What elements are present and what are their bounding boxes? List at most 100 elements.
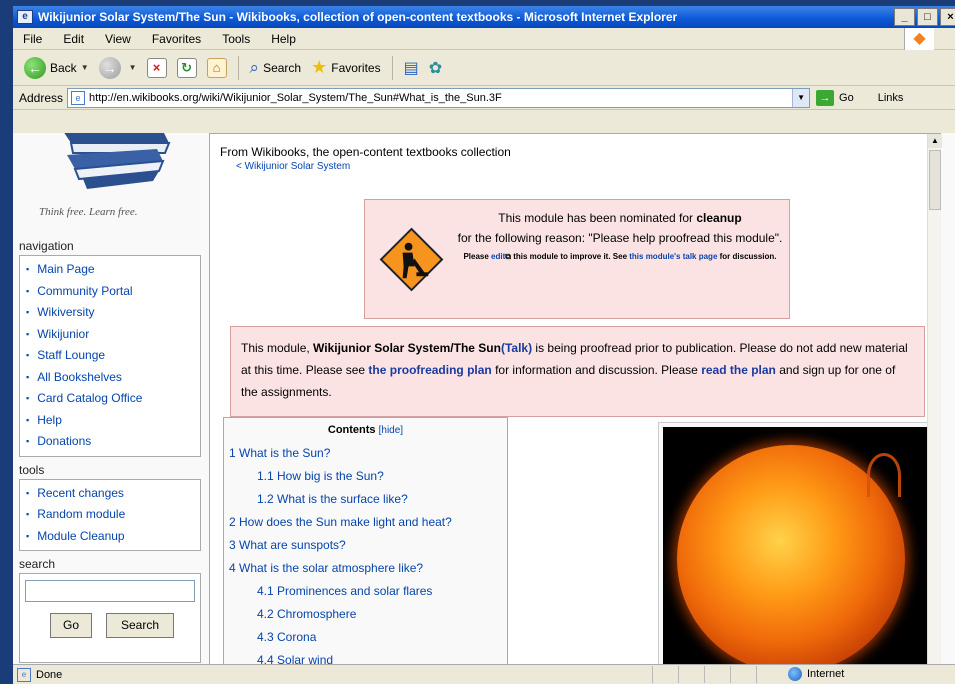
- toc-item[interactable]: 1.1 How big is the Sun?: [229, 465, 507, 488]
- menu-help[interactable]: Help: [271, 32, 296, 46]
- toc-title: Contents [hide]: [224, 424, 507, 436]
- nav-item-community-portal[interactable]: Community Portal: [26, 281, 196, 303]
- toc-item[interactable]: 1.2 What is the surface like?: [229, 488, 507, 511]
- search-icon: ⌕: [249, 57, 260, 77]
- status-text: Done: [36, 668, 63, 681]
- address-input[interactable]: e http://en.wikibooks.org/wiki/Wikijunio…: [67, 87, 811, 108]
- search-input[interactable]: [25, 580, 195, 602]
- address-label: Address: [19, 90, 64, 105]
- refresh-button[interactable]: ↻: [174, 54, 200, 82]
- toc-item[interactable]: 2 How does the Sun make light and heat?: [229, 511, 507, 534]
- toc-heading: Contents: [327, 424, 376, 436]
- toc-list: 1 What is the Sun? 1.1 How big is the Su…: [224, 442, 507, 664]
- logo[interactable]: Think free. Learn free.: [13, 133, 209, 235]
- chevron-down-icon: ▼: [128, 63, 137, 72]
- cleanup-notice: This module has been nominated for clean…: [364, 199, 790, 319]
- search-panel: Go Search: [19, 573, 201, 663]
- proof-text-1: This module,: [241, 341, 314, 355]
- parent-link[interactable]: < Wikijunior Solar System: [236, 161, 350, 172]
- star-icon: ★: [311, 57, 328, 77]
- cleanup-text: This module has been nominated for clean…: [455, 208, 785, 264]
- toolbar-separator: [237, 55, 239, 80]
- status-cell: [730, 666, 756, 683]
- home-icon: ⌂: [206, 57, 227, 78]
- address-dropdown[interactable]: ▼: [792, 88, 810, 107]
- security-zone: Internet: [788, 667, 844, 681]
- stop-icon: ×: [146, 57, 167, 78]
- nav-item-wikijunior[interactable]: Wikijunior: [26, 324, 196, 346]
- read-plan-link[interactable]: read the plan: [701, 363, 776, 377]
- tools-list: Recent changes Random module Module Clea…: [19, 478, 201, 551]
- status-cell: [652, 666, 678, 683]
- stop-button[interactable]: ×: [144, 54, 170, 82]
- scroll-thumb[interactable]: [929, 150, 941, 210]
- page-icon: e: [71, 90, 86, 105]
- scroll-up-icon[interactable]: ▲: [928, 134, 942, 148]
- toc-item[interactable]: 4 What is the solar atmosphere like?: [229, 557, 507, 580]
- vertical-scrollbar[interactable]: ▲: [927, 134, 942, 664]
- menu-favorites[interactable]: Favorites: [152, 32, 201, 46]
- construction-sign-icon: [379, 227, 444, 292]
- media-button[interactable]: ▤: [401, 54, 422, 82]
- close-button[interactable]: ×: [940, 8, 955, 26]
- history-icon: ✿: [428, 59, 443, 77]
- windows-logo-icon: ◆: [904, 28, 934, 50]
- maximize-button[interactable]: □: [917, 8, 938, 26]
- status-cell: [678, 666, 704, 683]
- tools-item-random-module[interactable]: Random module: [26, 504, 196, 526]
- toc-item[interactable]: 4.2 Chromosphere: [229, 603, 507, 626]
- nav-item-card-catalog[interactable]: Card Catalog Office: [26, 388, 196, 410]
- nav-item-staff-lounge[interactable]: Staff Lounge: [26, 345, 196, 367]
- toc-item[interactable]: 1 What is the Sun?: [229, 442, 507, 465]
- cleanup-small: Please edit⧉ this module to improve it. …: [455, 250, 785, 264]
- toc-item[interactable]: 4.4 Solar wind: [229, 649, 507, 664]
- nav-item-main-page[interactable]: Main Page: [26, 259, 196, 281]
- favorites-button[interactable]: ★ Favorites: [308, 54, 384, 82]
- search-search-button[interactable]: Search: [106, 613, 174, 638]
- chevron-down-icon: ▼: [80, 63, 89, 72]
- menu-view[interactable]: View: [105, 32, 131, 46]
- nav-item-wikiversity[interactable]: Wikiversity: [26, 302, 196, 324]
- nav-item-help[interactable]: Help: [26, 410, 196, 432]
- home-button[interactable]: ⌂: [204, 54, 230, 82]
- toc-item[interactable]: 4.1 Prominences and solar flares: [229, 580, 507, 603]
- cleanup-reason: for the following reason: "Please help p…: [457, 231, 783, 245]
- media-icon: ▤: [403, 59, 419, 77]
- article: From Wikibooks, the open-content textboo…: [209, 133, 942, 664]
- talk-page-link[interactable]: this module's talk page: [629, 252, 717, 261]
- links-button[interactable]: Links: [878, 92, 904, 104]
- nav-item-all-bookshelves[interactable]: All Bookshelves: [26, 367, 196, 389]
- edit-link[interactable]: edit: [491, 252, 505, 261]
- go-arrow-icon: →: [816, 89, 835, 106]
- cleanup-small-post: for discussion.: [717, 252, 777, 261]
- ie-page-icon: e: [17, 10, 33, 24]
- toc-item[interactable]: 4.3 Corona: [229, 626, 507, 649]
- cleanup-line1: This module has been nominated for: [498, 211, 697, 225]
- status-cells: [652, 666, 782, 683]
- search-go-button[interactable]: Go: [50, 613, 92, 638]
- proofreading-notice: This module, Wikijunior Solar System/The…: [230, 326, 925, 417]
- nav-item-donations[interactable]: Donations: [26, 431, 196, 453]
- tools-item-module-cleanup[interactable]: Module Cleanup: [26, 526, 196, 548]
- refresh-icon: ↻: [176, 57, 197, 78]
- talk-link[interactable]: (Talk): [501, 341, 532, 355]
- forward-arrow-icon: →: [98, 56, 121, 79]
- window-title: Wikijunior Solar System/The Sun - Wikibo…: [38, 10, 678, 24]
- back-button[interactable]: ← Back ▼: [21, 54, 92, 82]
- toc-hide-link[interactable]: [hide]: [379, 425, 403, 436]
- tools-item-recent-changes[interactable]: Recent changes: [26, 483, 196, 505]
- menu-edit[interactable]: Edit: [63, 32, 84, 46]
- go-button[interactable]: → Go: [816, 89, 854, 106]
- proofreading-plan-link[interactable]: the proofreading plan: [368, 363, 491, 377]
- menu-tools[interactable]: Tools: [222, 32, 250, 46]
- sun-image[interactable]: [663, 427, 929, 664]
- search-button[interactable]: ⌕ Search: [247, 54, 305, 82]
- globe-icon: [788, 667, 802, 681]
- page-content: Think free. Learn free. navigation Main …: [13, 133, 955, 664]
- menu-file[interactable]: File: [23, 32, 42, 46]
- table-of-contents: Contents [hide] 1 What is the Sun? 1.1 H…: [223, 417, 508, 664]
- forward-button[interactable]: → ▼: [96, 54, 140, 82]
- minimize-button[interactable]: _: [894, 8, 915, 26]
- toc-item[interactable]: 3 What are sunspots?: [229, 534, 507, 557]
- history-button[interactable]: ✿: [426, 54, 445, 82]
